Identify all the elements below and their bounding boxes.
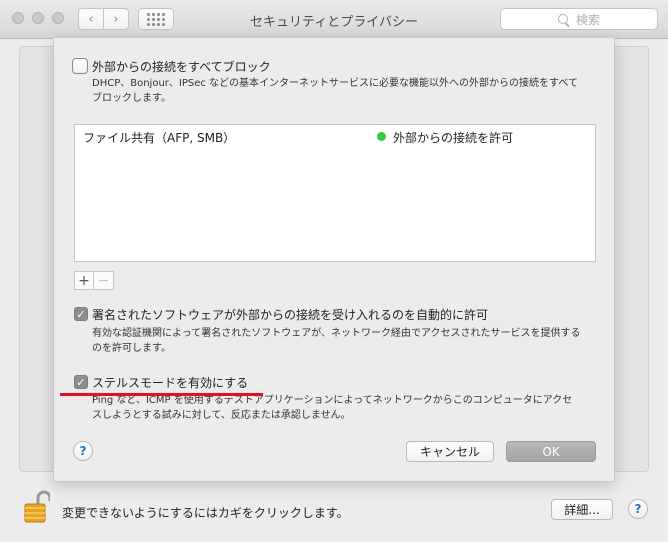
signed-software-checkbox[interactable]: ✓ (74, 307, 88, 321)
help-button[interactable]: ? (73, 441, 93, 461)
forward-button[interactable]: › (103, 8, 129, 30)
cancel-button[interactable]: キャンセル (406, 441, 494, 462)
red-underline-annotation (60, 393, 263, 396)
title-bar: ‹ › セキュリティとプライバシー 検索 (0, 0, 668, 39)
list-item[interactable]: ファイル共有（AFP, SMB） 外部からの接続を許可 (75, 125, 595, 147)
chevron-right-icon: › (113, 11, 119, 27)
stealth-mode-checkbox[interactable]: ✓ (74, 375, 88, 389)
remove-button[interactable]: − (94, 271, 114, 290)
search-icon (557, 14, 568, 24)
back-button[interactable]: ‹ (78, 8, 104, 30)
search-field[interactable]: 検索 (500, 8, 658, 30)
close-window-button[interactable] (12, 12, 24, 24)
block-all-label: 外部からの接続をすべてブロック (92, 60, 271, 74)
ok-button[interactable]: OK (506, 441, 596, 462)
question-mark-icon: ? (634, 502, 642, 516)
service-status[interactable]: 外部からの接続を許可 (393, 129, 513, 146)
bottom-help-button[interactable]: ? (628, 499, 648, 519)
add-remove-control: + − (74, 271, 114, 290)
chevron-left-icon: ‹ (88, 11, 94, 27)
signed-software-description-line-1: 有効な認証機関によって署名されたソフトウェアが、ネットワーク経由でアクセスされた… (92, 328, 581, 339)
grid-icon (147, 12, 165, 26)
advanced-button[interactable]: 詳細... (551, 499, 613, 520)
service-name: ファイル共有（AFP, SMB） (83, 131, 236, 145)
window-title: セキュリティとプライバシー (250, 15, 418, 30)
signed-software-label: 署名されたソフトウェアが外部からの接続を受け入れるのを自動的に許可 (92, 308, 489, 322)
signed-software-description-line-2: のを許可します。 (92, 343, 171, 354)
stealth-mode-description-line-2: スしようとする試みに対して、反応または承認しません。 (92, 410, 351, 421)
services-list[interactable]: ファイル共有（AFP, SMB） 外部からの接続を許可 (74, 124, 596, 262)
block-all-description-line-2: ブロックします。 (92, 93, 171, 104)
stealth-mode-label: ステルスモードを有効にする (92, 376, 249, 390)
add-button[interactable]: + (74, 271, 94, 290)
unlocked-padlock-icon[interactable] (24, 490, 50, 524)
question-mark-icon: ? (79, 444, 87, 458)
firewall-options-sheet: 外部からの接続をすべてブロック DHCP、Bonjour、IPSec などの基本… (53, 38, 615, 482)
minimize-window-button[interactable] (32, 12, 44, 24)
checkmark-icon: ✓ (76, 375, 86, 389)
checkmark-icon: ✓ (76, 307, 86, 321)
zoom-window-button[interactable] (52, 12, 64, 24)
lock-message: 変更できないようにするにはカギをクリックします。 (62, 506, 349, 520)
block-all-checkbox[interactable] (72, 58, 88, 74)
search-placeholder: 検索 (575, 12, 600, 27)
green-status-dot-icon (377, 132, 386, 141)
show-all-button[interactable] (138, 8, 174, 30)
block-all-description-line-1: DHCP、Bonjour、IPSec などの基本インターネットサービスに必要な機… (92, 78, 578, 89)
